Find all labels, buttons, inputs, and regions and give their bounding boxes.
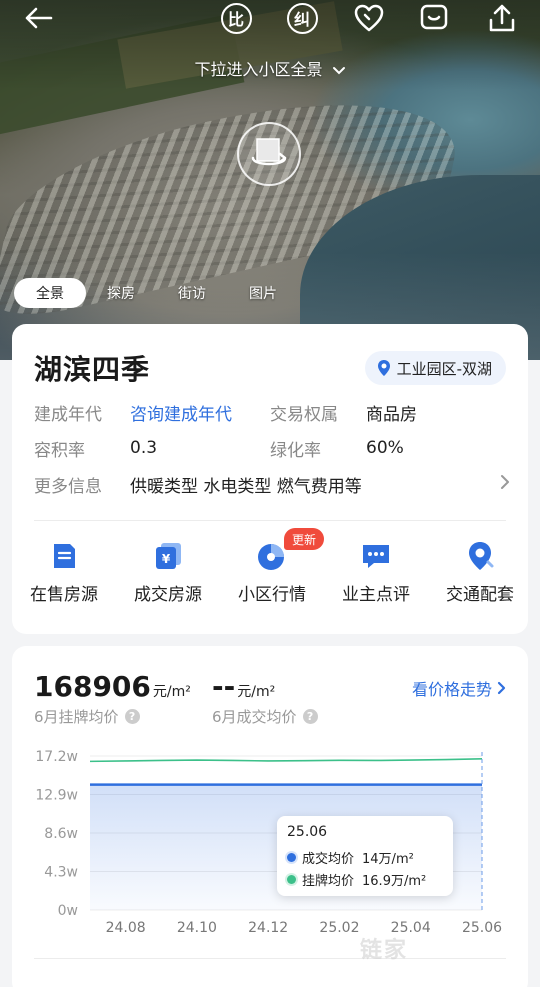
divider xyxy=(34,520,506,521)
nav-market-trend[interactable]: 更新 小区行情 xyxy=(220,528,324,616)
nav-label: 小区行情 xyxy=(238,585,306,605)
location-tag[interactable]: 工业园区-双湖 xyxy=(364,351,506,385)
tooltip-deal-label: 成交均价 xyxy=(302,851,355,867)
view-mode-tabs: 全景 探房 街访 图片 xyxy=(14,278,298,308)
nav-label: 成交房源 xyxy=(134,585,202,605)
y-tick-label: 12.9w xyxy=(35,788,78,804)
nav-label: 交通配套 xyxy=(446,585,514,605)
watermark-logo: 链家 xyxy=(360,938,409,963)
panorama-360-icon xyxy=(251,138,287,166)
estate-info-card: 湖滨四季 工业园区-双湖 建成年代 咨询建成年代 交易权属 商品房 容积率 0.… xyxy=(12,324,528,634)
nav-label: 在售房源 xyxy=(30,585,98,605)
attr-label: 容积率 xyxy=(34,440,85,461)
x-tick-label: 25.06 xyxy=(462,920,502,936)
correction-icon: 纠 xyxy=(286,2,318,34)
listing-avg-value: 168906 xyxy=(34,670,151,703)
x-tick-label: 25.02 xyxy=(319,920,359,936)
estate-name: 湖滨四季 xyxy=(34,353,151,386)
nav-sold-listings[interactable]: ¥ 成交房源 xyxy=(116,536,220,616)
y-tick-label: 4.3w xyxy=(44,865,78,881)
x-tick-label: 24.08 xyxy=(106,920,146,936)
tooltip-listing-value: 16.9万/m² xyxy=(362,873,427,889)
caption-text: 6月挂牌均价 xyxy=(34,708,119,726)
svg-text:¥: ¥ xyxy=(162,552,171,566)
deal-series-dot xyxy=(287,852,296,862)
tooltip-deal-value: 14万/m² xyxy=(362,851,414,867)
tooltip-listing-label: 挂牌均价 xyxy=(302,873,355,889)
share-button[interactable] xyxy=(484,0,520,36)
price-card: 168906 元/m² -- 元/m² 6月挂牌均价 ? 6月成交均价 ? 看价… xyxy=(12,646,528,987)
listing-avg-unit: 元/m² xyxy=(152,684,191,700)
review-icon xyxy=(363,545,389,568)
top-bar: 比 纠 xyxy=(0,0,540,40)
deal-avg-value: -- xyxy=(212,670,236,703)
favorite-button[interactable] xyxy=(351,0,387,36)
chat-button[interactable] xyxy=(416,0,452,36)
quick-nav: 在售房源 ¥ 成交房源 更新 小区行情 业主点评 交通配套 xyxy=(12,528,528,616)
y-tick-label: 0w xyxy=(58,903,78,919)
tab-panorama[interactable]: 全景 xyxy=(14,278,86,308)
chart-tooltip: 25.06 成交均价 14万/m² 挂牌均价 16.9万/m² xyxy=(277,816,453,896)
share-icon xyxy=(489,4,515,32)
tab-house-tour[interactable]: 探房 xyxy=(86,278,156,308)
caption-text: 6月成交均价 xyxy=(212,708,297,726)
location-pin-icon xyxy=(469,542,494,570)
deal-avg-caption: 6月成交均价 ? xyxy=(212,706,318,727)
chevron-right-icon[interactable] xyxy=(500,474,510,490)
nav-transport-facilities[interactable]: 交通配套 xyxy=(428,536,532,616)
x-tick-label: 24.10 xyxy=(177,920,217,936)
location-pin-icon xyxy=(377,359,391,377)
nav-label: 业主点评 xyxy=(342,585,410,605)
trend-link-text: 看价格走势 xyxy=(411,680,492,699)
price-trend-link[interactable]: 看价格走势 xyxy=(412,676,508,700)
x-tick-label: 24.12 xyxy=(248,920,288,936)
listing-avg-price: 168906 元/m² xyxy=(34,670,191,703)
tab-photos[interactable]: 图片 xyxy=(228,278,298,308)
panorama-360-button[interactable] xyxy=(237,122,301,186)
chat-icon xyxy=(420,4,448,30)
back-arrow-icon xyxy=(25,7,53,29)
compare-icon: 比 xyxy=(220,2,252,34)
tooltip-deal-row: 成交均价 14万/m² xyxy=(287,846,443,868)
location-text: 工业园区-双湖 xyxy=(396,359,492,378)
deal-avg-unit: 元/m² xyxy=(237,684,276,700)
attr-label: 更多信息 xyxy=(34,476,102,497)
tooltip-date: 25.06 xyxy=(287,824,328,840)
tab-street-view[interactable]: 街访 xyxy=(156,278,228,308)
listing-avg-caption: 6月挂牌均价 ? xyxy=(34,706,140,727)
attr-label: 建成年代 xyxy=(34,404,102,425)
attr-value: 商品房 xyxy=(366,404,417,425)
attr-label: 交易权属 xyxy=(270,404,338,425)
back-button[interactable] xyxy=(20,0,56,36)
chevron-right-icon xyxy=(497,681,506,695)
listing-icon xyxy=(54,544,75,568)
attr-row-more-info[interactable]: 更多信息 供暖类型 水电类型 燃气费用等 xyxy=(34,472,504,497)
attr-label: 绿化率 xyxy=(270,440,321,461)
heart-icon xyxy=(354,4,384,32)
nav-owner-reviews[interactable]: 业主点评 xyxy=(324,536,428,616)
attr-value: 供暖类型 水电类型 燃气费用等 xyxy=(130,476,362,497)
listing-series-dot xyxy=(287,874,296,884)
pull-to-panorama-hint[interactable]: 下拉进入小区全景 xyxy=(0,56,540,80)
attr-value: 0.3 xyxy=(130,438,158,458)
pull-hint-text: 下拉进入小区全景 xyxy=(194,60,323,79)
info-icon[interactable]: ? xyxy=(302,709,318,724)
y-tick-label: 8.6w xyxy=(44,826,78,842)
update-badge: 更新 xyxy=(284,528,324,550)
attr-value: 60% xyxy=(366,438,404,458)
compare-button[interactable]: 比 xyxy=(218,0,254,36)
nav-on-sale-listings[interactable]: 在售房源 xyxy=(12,536,116,616)
correction-button[interactable]: 纠 xyxy=(284,0,320,36)
deal-avg-price: -- 元/m² xyxy=(212,670,275,703)
info-icon[interactable]: ? xyxy=(124,709,140,724)
divider xyxy=(34,958,506,959)
chevron-down-icon xyxy=(332,66,345,74)
deal-icon: ¥ xyxy=(156,543,181,569)
y-tick-label: 17.2w xyxy=(35,749,78,765)
listing-series-line xyxy=(89,757,483,763)
consult-build-year-link[interactable]: 咨询建成年代 xyxy=(130,400,232,425)
tooltip-listing-row: 挂牌均价 16.9万/m² xyxy=(287,868,443,890)
